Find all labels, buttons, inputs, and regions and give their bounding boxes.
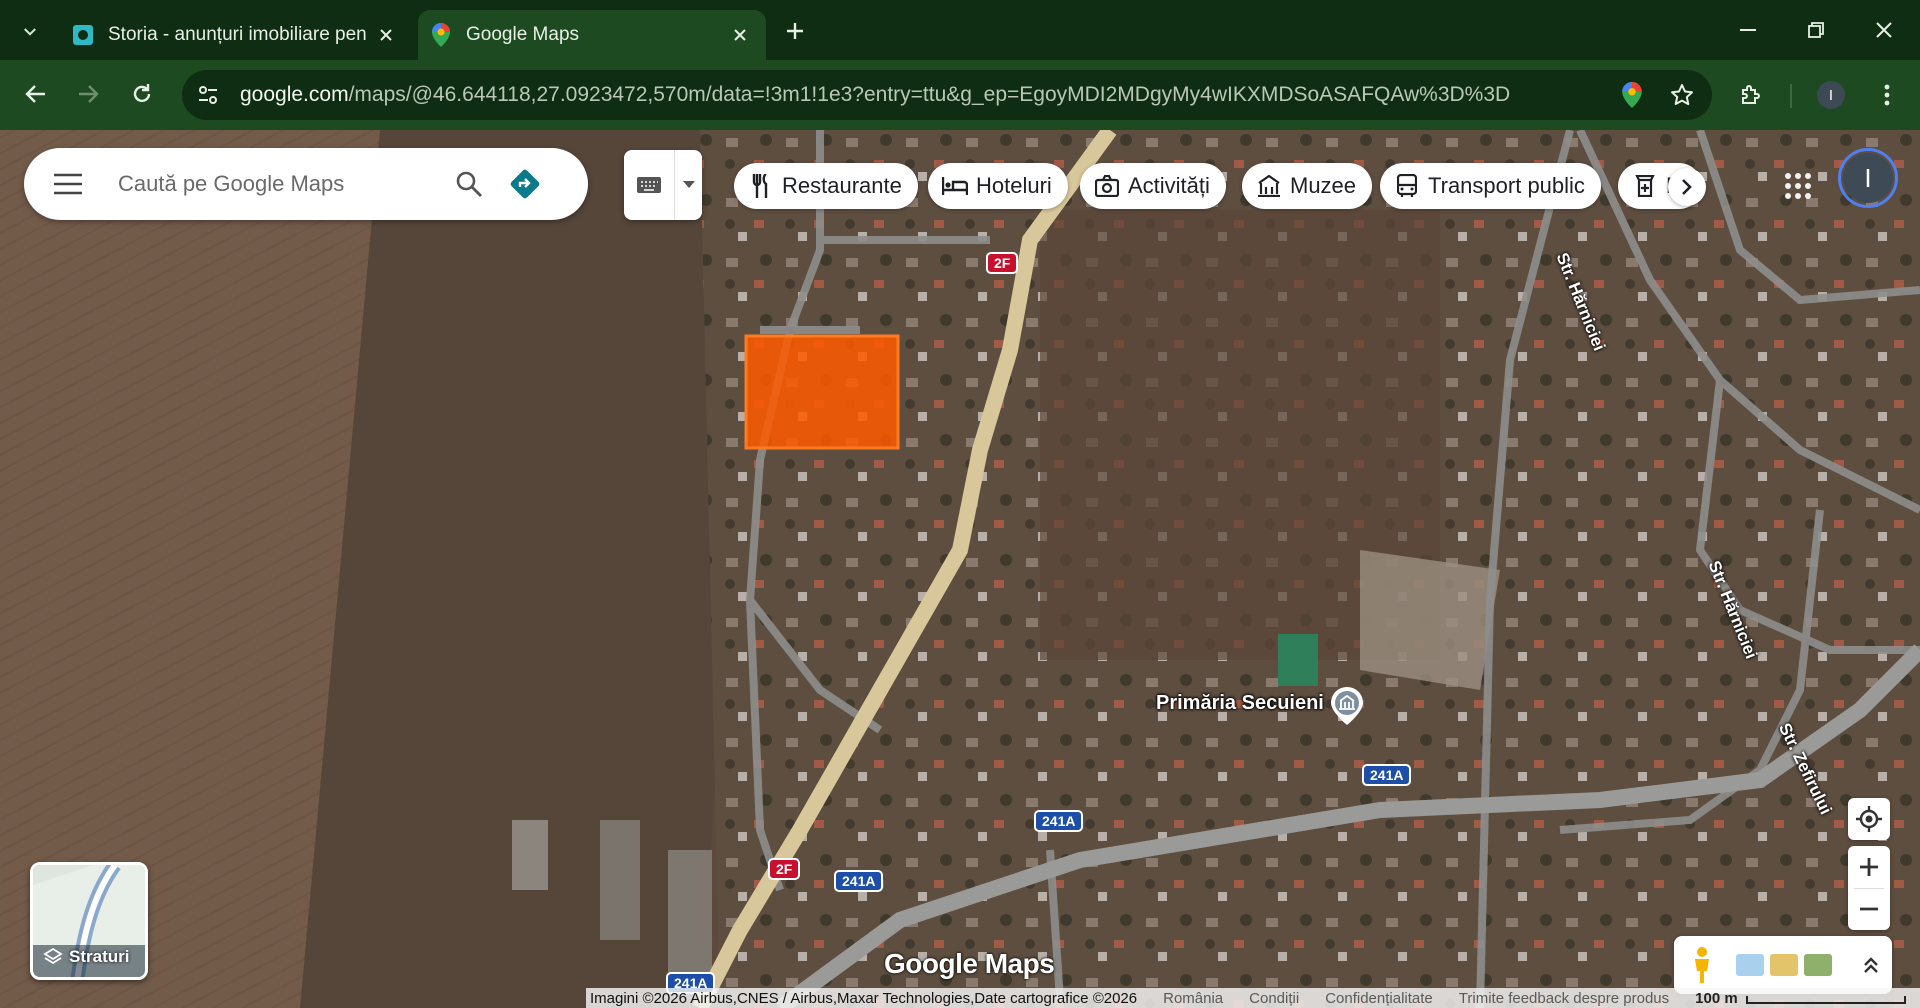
chip-hoteluri[interactable]: Hoteluri: [928, 163, 1068, 209]
close-tab-icon[interactable]: [372, 21, 400, 49]
maps-extension-pin-icon[interactable]: [1612, 75, 1652, 115]
bus-icon: [1394, 173, 1420, 199]
pharmacy-icon: [1632, 173, 1658, 199]
footer-link-conditii[interactable]: Condiții: [1249, 990, 1299, 1007]
close-window-icon[interactable]: [1862, 10, 1906, 50]
layers-button[interactable]: Straturi: [30, 862, 148, 980]
map-bottom-tools: [1674, 936, 1892, 994]
storia-favicon-icon: [72, 24, 94, 46]
minimize-window-icon[interactable]: [1726, 10, 1770, 50]
bookmark-star-icon[interactable]: [1662, 75, 1702, 115]
url-path: /maps/@46.644118,27.0923472,570m/data=!3…: [348, 83, 1511, 106]
chip-transport-public[interactable]: Transport public: [1380, 163, 1601, 209]
search-input[interactable]: [118, 171, 438, 197]
museum-icon: [1256, 173, 1282, 199]
google-apps-grid-icon[interactable]: [1774, 162, 1822, 210]
zoom-controls: [1848, 846, 1890, 930]
footer-link-feedback[interactable]: Trimite feedback despre produs: [1459, 990, 1669, 1007]
footer-link-confidentialitate[interactable]: Confidențialitate: [1325, 990, 1433, 1007]
fork-knife-icon: [748, 173, 774, 199]
tab-search-chevron-icon[interactable]: [12, 14, 48, 50]
back-arrow-icon[interactable]: [16, 74, 56, 114]
attribution-text: Imagini ©2026 Airbus,CNES / Airbus,Maxar…: [590, 989, 1138, 1007]
keyboard-icon: [624, 176, 674, 194]
bed-icon: [942, 173, 968, 199]
scale-bar: [1745, 996, 1906, 1004]
footer-link-romania[interactable]: România: [1163, 990, 1223, 1007]
expand-chevrons-up-icon[interactable]: [1856, 950, 1886, 980]
hamburger-menu-icon[interactable]: [38, 154, 98, 214]
zoom-out-minus-icon[interactable]: [1848, 888, 1890, 930]
google-maps-logo: Google Maps: [884, 948, 1055, 979]
search-icon[interactable]: [444, 159, 494, 209]
my-location-button[interactable]: [1848, 798, 1890, 840]
route-shield: 241A: [1362, 764, 1412, 786]
route-shield: 2F: [768, 858, 801, 880]
browser-tab-bar: Storia - anunțuri imobiliare pen Google …: [0, 0, 1920, 60]
close-tab-icon[interactable]: [726, 21, 754, 49]
site-settings-icon[interactable]: [186, 73, 230, 117]
map-search-box: [24, 148, 588, 220]
maps-favicon-icon: [430, 23, 452, 47]
chip-muzee[interactable]: Muzee: [1242, 163, 1373, 209]
chip-restaurante[interactable]: Restaurante: [734, 163, 918, 209]
place-label-primaria[interactable]: Primăria Secuieni: [1156, 692, 1324, 715]
layers-icon: [43, 947, 63, 967]
satellite-imagery: [0, 130, 1920, 1008]
map-type-thumbnail[interactable]: [1736, 954, 1764, 976]
google-account-avatar[interactable]: I: [1838, 148, 1898, 208]
tab-storia[interactable]: Storia - anunțuri imobiliare pen: [60, 10, 412, 60]
tab-title: Google Maps: [466, 24, 580, 45]
satellite-thumbnail[interactable]: [1804, 954, 1832, 976]
extensions-puzzle-icon[interactable]: [1730, 74, 1772, 116]
profile-avatar[interactable]: I: [1810, 74, 1852, 116]
route-shield: 241A: [834, 870, 884, 892]
caret-down-icon: [674, 150, 702, 220]
restore-window-icon[interactable]: [1794, 10, 1838, 50]
toolbar-divider: [1790, 84, 1792, 108]
government-building-pin-icon[interactable]: [1330, 686, 1364, 726]
terrain-thumbnail[interactable]: [1770, 954, 1798, 976]
pegman-street-view-icon[interactable]: [1686, 945, 1718, 985]
chips-next-chevron-icon[interactable]: [1668, 168, 1706, 206]
route-shield: 2F: [986, 252, 1019, 274]
scale-label[interactable]: 100 m: [1695, 990, 1738, 1007]
url-host: google.com: [240, 83, 349, 106]
camera-icon: [1094, 173, 1120, 199]
url-text[interactable]: google.com/maps/@46.644118,27.0923472,57…: [240, 83, 1612, 107]
map-footer: Imagini ©2026 Airbus,CNES / Airbus,Maxar…: [586, 988, 1920, 1008]
new-tab-plus-icon[interactable]: [778, 14, 812, 48]
browser-toolbar: google.com/maps/@46.644118,27.0923472,57…: [0, 60, 1920, 130]
browser-menu-dots-icon[interactable]: [1866, 74, 1908, 116]
satellite-map-canvas[interactable]: Restaurante Hoteluri Activități Muzee Tr…: [0, 130, 1920, 1008]
tab-google-maps[interactable]: Google Maps: [418, 10, 766, 60]
route-shield: 241A: [1034, 810, 1084, 832]
crosshair-location-icon: [1856, 806, 1882, 832]
reload-icon[interactable]: [122, 74, 162, 114]
zoom-in-plus-icon[interactable]: [1848, 846, 1890, 888]
address-bar[interactable]: google.com/maps/@46.644118,27.0923472,57…: [182, 70, 1712, 120]
chip-activitati[interactable]: Activități: [1080, 163, 1226, 209]
directions-icon[interactable]: [500, 159, 550, 209]
forward-arrow-icon[interactable]: [68, 74, 108, 114]
tab-title: Storia - anunțuri imobiliare pen: [108, 24, 367, 45]
input-tools-button[interactable]: [624, 150, 702, 220]
